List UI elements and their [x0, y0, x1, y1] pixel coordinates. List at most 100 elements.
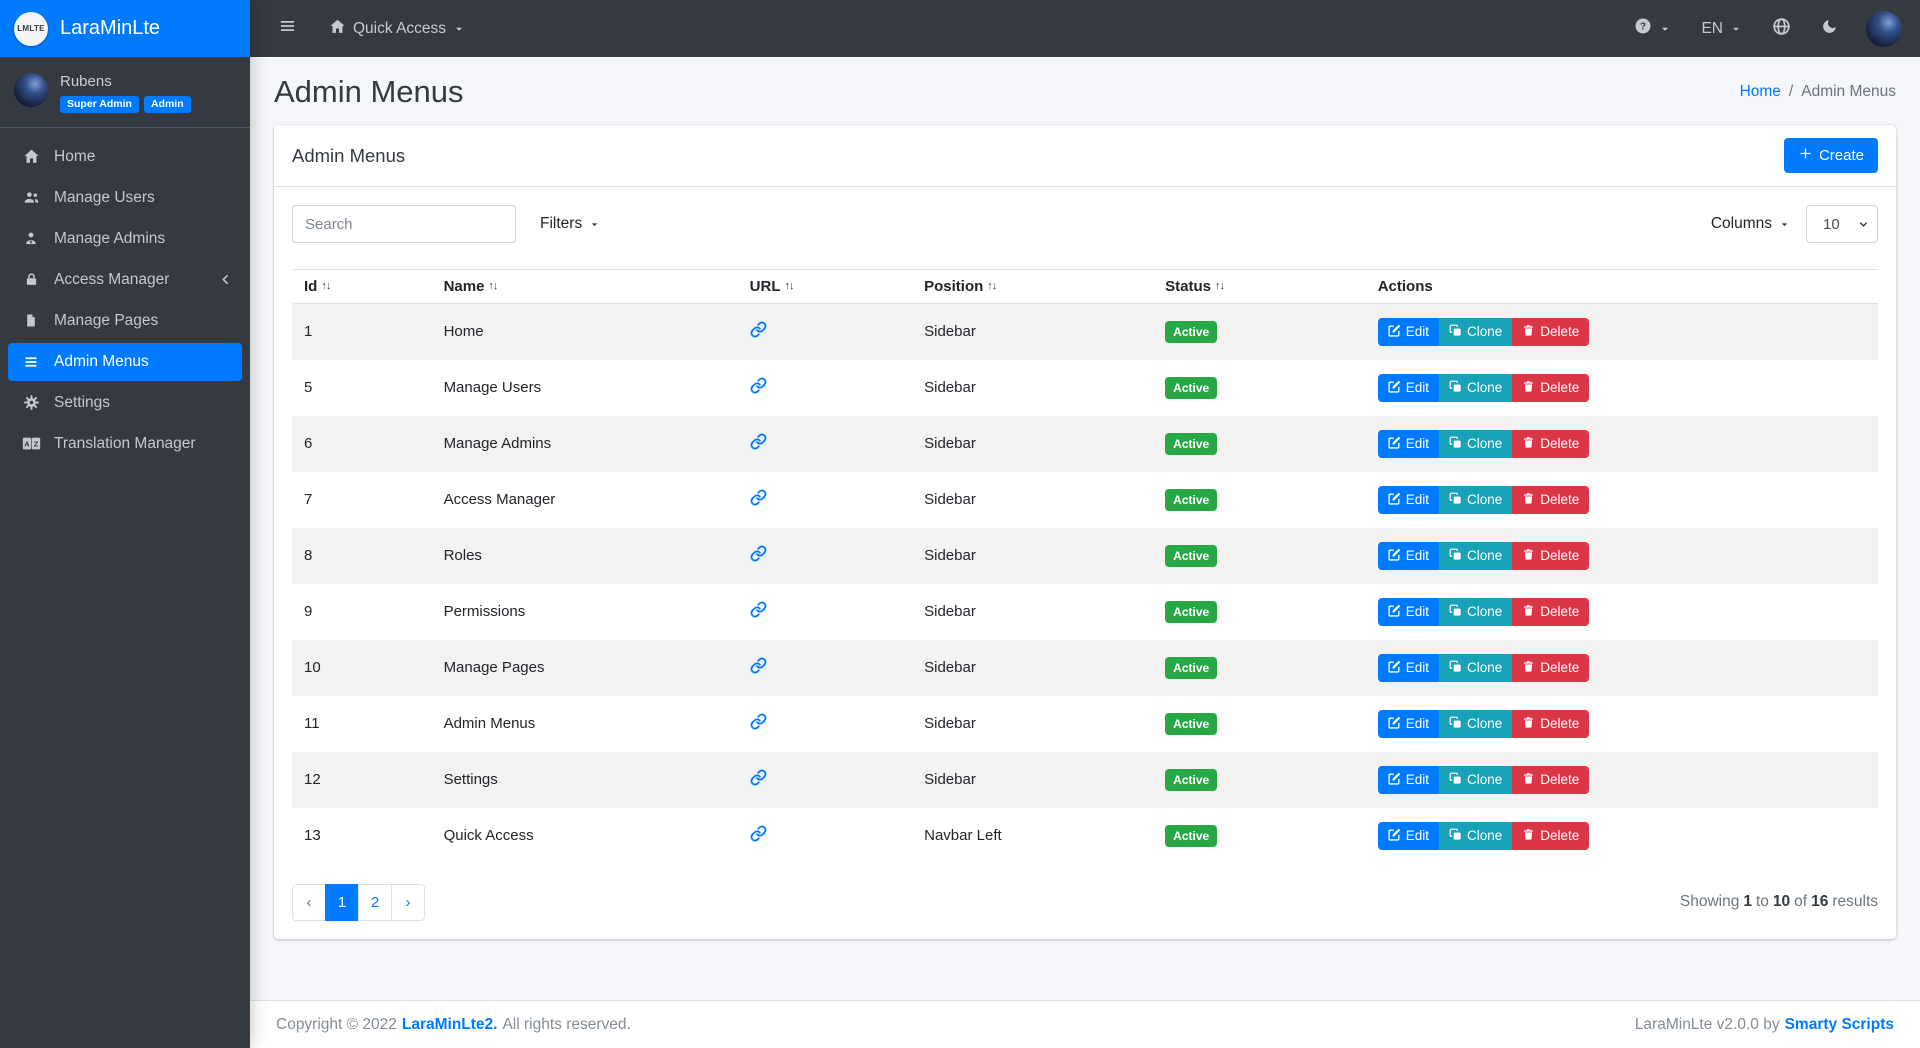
edit-button[interactable]: Edit	[1377, 373, 1439, 402]
user-name[interactable]: Rubens	[60, 73, 191, 91]
delete-button[interactable]: Delete	[1512, 821, 1590, 850]
delete-button[interactable]: Delete	[1512, 317, 1590, 346]
pagination-next[interactable]: ›	[391, 883, 425, 921]
user-panel: Rubens Super Admin Admin	[0, 57, 250, 128]
cell-url	[738, 752, 912, 808]
status-badge: Active	[1165, 377, 1218, 399]
cell-id: 13	[304, 827, 321, 844]
clone-button[interactable]: Clone	[1438, 653, 1513, 682]
url-link-icon[interactable]	[750, 769, 767, 786]
role-badge: Super Admin	[60, 96, 139, 113]
edit-button[interactable]: Edit	[1377, 821, 1439, 850]
delete-button[interactable]: Delete	[1512, 373, 1590, 402]
clone-button[interactable]: Clone	[1438, 429, 1513, 458]
sidebar-item-home[interactable]: Home	[8, 138, 242, 176]
edit-button[interactable]: Edit	[1377, 485, 1439, 514]
fullscreen-globe-button[interactable]	[1760, 9, 1803, 49]
rights-text: All rights reserved.	[502, 1015, 631, 1033]
clone-icon	[1449, 716, 1462, 732]
clone-button[interactable]: Clone	[1438, 485, 1513, 514]
language-icon: AZ	[18, 436, 44, 451]
pagination-page-1[interactable]: 1	[325, 883, 359, 921]
language-dropdown[interactable]: EN	[1689, 12, 1754, 46]
results-summary: Showing 1 to 10 of 16 results	[1679, 893, 1878, 910]
footer-brand-link[interactable]: LaraMinLte2.	[402, 1016, 498, 1034]
edit-button[interactable]: Edit	[1377, 597, 1439, 626]
dark-mode-toggle[interactable]	[1809, 10, 1850, 48]
table-row: 13 Quick Access Navbar Left Active Edit	[292, 808, 1878, 864]
sidebar-item-manage-users[interactable]: Manage Users	[8, 179, 242, 217]
cell-actions: Edit Clone Delete	[1366, 472, 1878, 528]
sidebar-item-access-manager[interactable]: Access Manager	[8, 261, 242, 299]
clone-button[interactable]: Clone	[1438, 317, 1513, 346]
edit-button[interactable]: Edit	[1377, 541, 1439, 570]
url-link-icon[interactable]	[750, 545, 767, 562]
search-input[interactable]	[292, 205, 516, 243]
cell-url	[738, 472, 912, 528]
edit-button[interactable]: Edit	[1377, 653, 1439, 682]
delete-button[interactable]: Delete	[1512, 709, 1590, 738]
pagination-prev[interactable]: ‹	[292, 883, 326, 921]
url-link-icon[interactable]	[750, 657, 767, 674]
url-link-icon[interactable]	[750, 825, 767, 842]
status-badge: Active	[1165, 713, 1218, 735]
delete-button[interactable]: Delete	[1512, 765, 1590, 794]
avatar[interactable]	[1866, 10, 1902, 47]
sort-icon: ↑↓	[987, 280, 997, 292]
cell-name: Permissions	[443, 603, 526, 620]
header-name[interactable]: Name ↑↓	[431, 269, 738, 304]
filters-dropdown[interactable]: Filters	[540, 215, 600, 233]
header-position[interactable]: Position ↑↓	[912, 269, 1154, 304]
header-status[interactable]: Status ↑↓	[1153, 269, 1366, 304]
sidebar-item-manage-admins[interactable]: Manage Admins	[8, 220, 242, 258]
cell-actions: Edit Clone Delete	[1366, 584, 1878, 640]
vendor-link[interactable]: Smarty Scripts	[1785, 1016, 1894, 1034]
edit-button[interactable]: Edit	[1377, 429, 1439, 458]
pagination-page-2[interactable]: 2	[358, 883, 392, 921]
url-link-icon[interactable]	[750, 489, 767, 506]
sidebar-toggle-button[interactable]	[266, 10, 309, 47]
delete-button[interactable]: Delete	[1512, 541, 1590, 570]
delete-button[interactable]: Delete	[1512, 429, 1590, 458]
url-link-icon[interactable]	[750, 433, 767, 450]
clone-button[interactable]: Clone	[1438, 765, 1513, 794]
url-link-icon[interactable]	[750, 377, 767, 394]
clone-button[interactable]: Clone	[1438, 373, 1513, 402]
url-link-icon[interactable]	[750, 713, 767, 730]
clone-button[interactable]: Clone	[1438, 709, 1513, 738]
edit-button[interactable]: Edit	[1377, 765, 1439, 794]
breadcrumb-home-link[interactable]: Home	[1740, 83, 1781, 101]
clone-button[interactable]: Clone	[1438, 597, 1513, 626]
sidebar-item-settings[interactable]: Settings	[8, 384, 242, 422]
header-actions: Actions	[1365, 269, 1878, 304]
clone-button[interactable]: Clone	[1438, 541, 1513, 570]
header-url[interactable]: URL ↑↓	[737, 269, 913, 304]
cell-url	[738, 528, 912, 584]
edit-pen-icon	[1388, 380, 1401, 396]
edit-button[interactable]: Edit	[1377, 317, 1439, 346]
table-row: 5 Manage Users Sidebar Active Edit Clone…	[292, 360, 1878, 416]
delete-button[interactable]: Delete	[1512, 653, 1590, 682]
sidebar-item-admin-menus[interactable]: Admin Menus	[8, 342, 242, 381]
edit-button[interactable]: Edit	[1377, 709, 1439, 738]
create-button[interactable]: Create	[1783, 138, 1878, 173]
help-dropdown[interactable]: ?	[1622, 9, 1683, 48]
cell-name: Manage Users	[443, 379, 542, 396]
cell-id: 7	[304, 491, 313, 508]
svg-text:Z: Z	[33, 439, 38, 448]
delete-button[interactable]: Delete	[1512, 597, 1590, 626]
columns-dropdown[interactable]: Columns	[1711, 215, 1790, 233]
header-id[interactable]: Id ↑↓	[292, 269, 432, 304]
url-link-icon[interactable]	[750, 321, 767, 338]
url-link-icon[interactable]	[750, 601, 767, 618]
sidebar-item-manage-pages[interactable]: Manage Pages	[8, 302, 242, 340]
brand[interactable]: LMLTE LaraMinLte	[0, 0, 250, 57]
clone-button[interactable]: Clone	[1438, 821, 1513, 850]
page-size-select[interactable]: 10	[1806, 205, 1878, 243]
cell-id: 8	[304, 547, 313, 564]
quick-access-dropdown[interactable]: Quick Access	[317, 10, 477, 48]
avatar[interactable]	[14, 73, 48, 107]
sidebar-item-translation-manager[interactable]: AZ Translation Manager	[8, 425, 242, 463]
delete-button[interactable]: Delete	[1512, 485, 1590, 514]
clone-icon	[1449, 660, 1462, 676]
